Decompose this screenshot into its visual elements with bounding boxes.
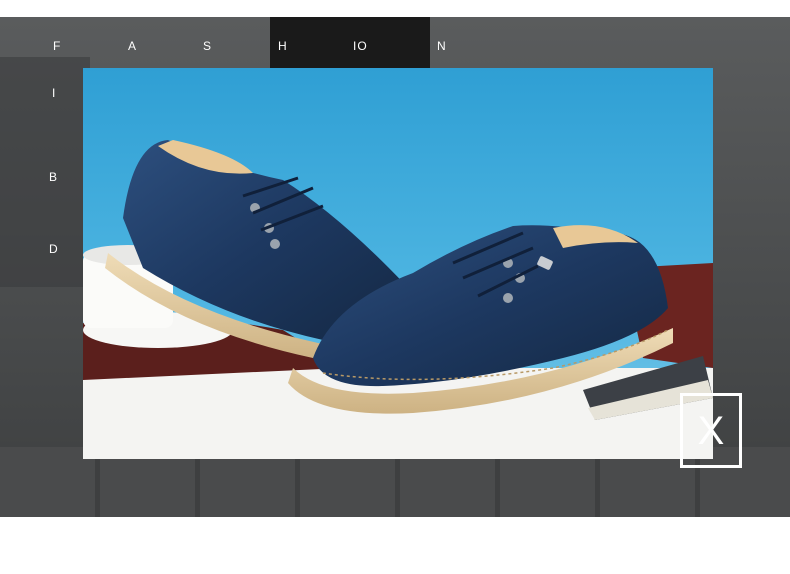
side-letter: B — [49, 170, 59, 184]
shoe-illustration — [83, 68, 713, 459]
heading-letter: S — [203, 39, 213, 53]
heading-letter: H — [278, 39, 288, 53]
close-button[interactable]: X — [680, 393, 742, 468]
background-figure — [270, 17, 430, 69]
heading-letter: F — [53, 39, 62, 53]
heading-letter: N — [437, 39, 447, 53]
shoe-photo — [83, 68, 713, 459]
side-letter: D — [49, 242, 59, 256]
background-chair — [0, 57, 90, 287]
heading-letter: A — [128, 39, 138, 53]
close-icon: X — [697, 408, 725, 453]
heading-letter: IO — [353, 39, 368, 53]
side-letter: I — [52, 86, 57, 100]
